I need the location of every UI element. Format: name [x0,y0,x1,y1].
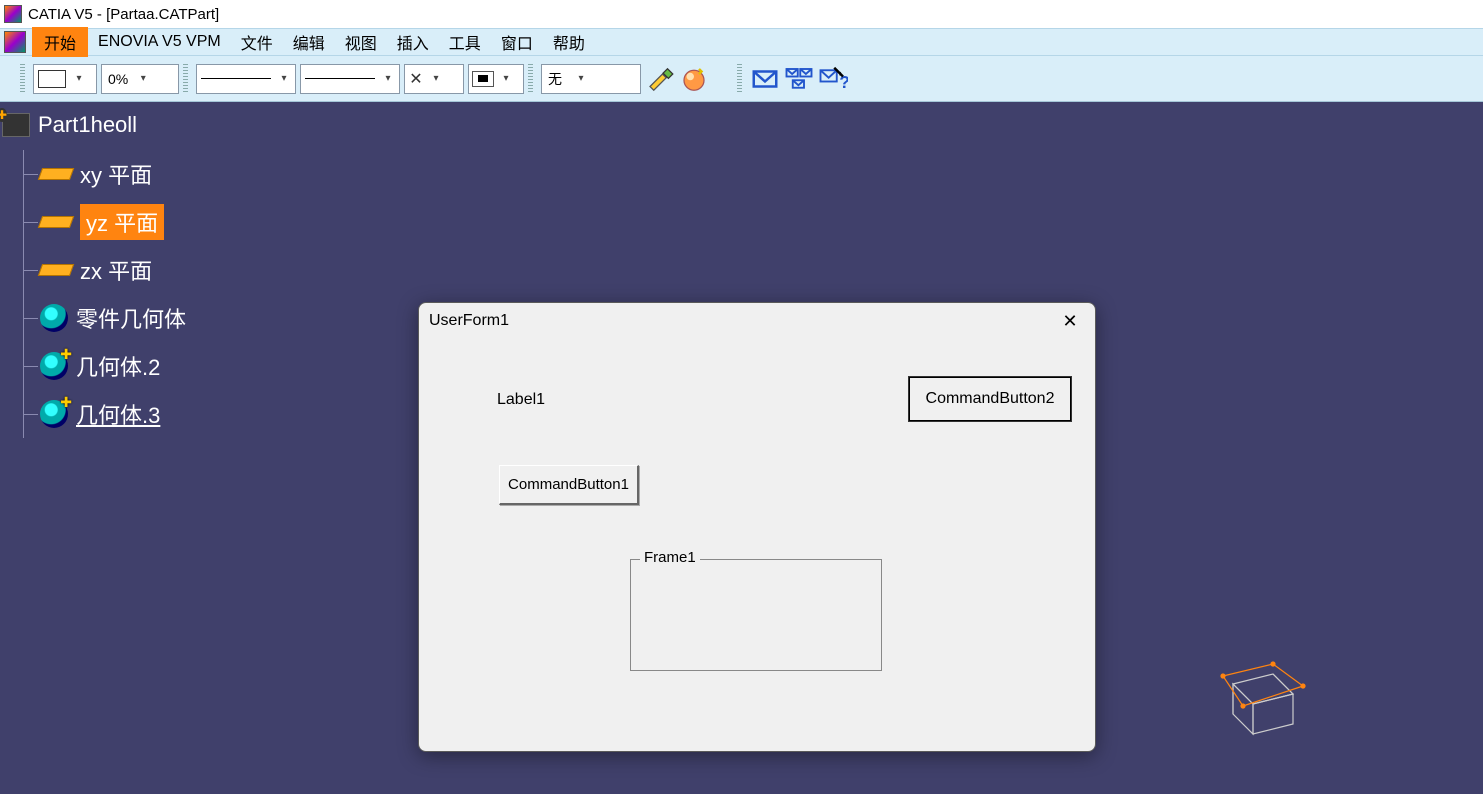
opacity-combo[interactable]: 0% ▾ [101,64,179,94]
label1: Label1 [497,391,545,409]
line-sample-icon [305,78,375,79]
toolbar-grip[interactable] [737,64,742,94]
doc-icon [4,31,26,53]
x-mark-icon: ✕ [405,69,427,89]
plane-icon [38,216,74,228]
tree-item-body-2[interactable]: 几何体.2 [24,342,186,390]
color-combo[interactable]: ▾ [33,64,97,94]
menu-enovia[interactable]: ENOVIA V5 VPM [88,30,231,54]
tree-item-xy-plane[interactable]: xy 平面 [24,150,186,198]
tree-item-label: xy 平面 [80,158,152,190]
frame1-legend: Frame1 [640,549,700,566]
menu-bar: 开始 ENOVIA V5 VPM 文件 编辑 视图 插入 工具 窗口 帮助 [0,28,1483,56]
tree-item-yz-plane[interactable]: yz 平面 [24,198,186,246]
window-title-bar: CATIA V5 - [Partaa.CATPart] [0,0,1483,28]
plane-icon [38,264,74,276]
envelope-help-icon[interactable]: ? [818,64,848,94]
toolbar-grip[interactable] [183,64,188,94]
chevron-down-icon: ▾ [379,73,397,84]
plane-icon [38,168,74,180]
toolbar-grip[interactable] [528,64,533,94]
frame1-container: Frame1 [630,559,882,671]
point-style-combo[interactable]: ✕ ▾ [404,64,464,94]
tree-root[interactable]: Part1heoll [5,112,186,138]
userform-dialog: UserForm1 ✕ Label1 CommandButton2 Comman… [418,302,1096,752]
multi-envelope-icon[interactable] [784,64,814,94]
window-title: CATIA V5 - [Partaa.CATPart] [28,6,219,23]
compass-icon[interactable] [1203,644,1323,744]
body-plus-icon [40,400,68,428]
line-sample-icon [201,78,271,79]
part-root-icon [2,113,30,137]
menu-start[interactable]: 开始 [32,27,88,57]
opacity-value: 0% [102,71,134,87]
tree-item-label: 几何体.3 [76,398,160,430]
tree-item-label: zx 平面 [80,254,152,286]
material-sphere-icon[interactable] [679,64,709,94]
chevron-down-icon: ▾ [275,73,293,84]
frame1[interactable] [630,559,882,671]
spec-tree: Part1heoll xy 平面 yz 平面 zx 平面 [5,112,186,438]
body-icon [40,304,68,332]
lineweight-combo[interactable]: ▾ [196,64,296,94]
color-swatch-icon [38,70,66,88]
chevron-down-icon: ▾ [134,73,152,84]
close-icon[interactable]: ✕ [1055,307,1085,335]
menu-view[interactable]: 视图 [335,27,387,57]
3d-viewport[interactable]: Part1heoll xy 平面 yz 平面 zx 平面 [0,102,1483,794]
dialog-title-text: UserForm1 [429,312,509,330]
layer-value: 无 [542,69,572,89]
command-button-1[interactable]: CommandButton1 [499,465,639,505]
tree-item-body-3[interactable]: 几何体.3 [24,390,186,438]
layer-combo[interactable]: 无 ▾ [541,64,641,94]
menu-help[interactable]: 帮助 [543,27,595,57]
tree-item-partbody[interactable]: 零件几何体 [24,294,186,342]
render-style-combo[interactable]: ▾ [468,64,524,94]
render-chip-icon [472,71,494,87]
command-button-2[interactable]: CommandButton2 [909,377,1071,421]
tree-root-label: Part1heoll [38,112,137,138]
tree-item-zx-plane[interactable]: zx 平面 [24,246,186,294]
tree-item-label: 几何体.2 [76,350,160,382]
toolbar-grip[interactable] [20,64,25,94]
tree-item-label: 零件几何体 [76,302,186,334]
app-icon [4,5,22,23]
chevron-down-icon: ▾ [497,73,515,84]
linetype-combo[interactable]: ▾ [300,64,400,94]
tree-item-label: yz 平面 [80,204,164,240]
menu-tools[interactable]: 工具 [439,27,491,57]
menu-insert[interactable]: 插入 [387,27,439,57]
dialog-body: Label1 CommandButton2 CommandButton1 Fra… [419,339,1095,751]
toolbar: ▾ 0% ▾ ▾ ▾ ✕ ▾ ▾ 无 ▾ ? [0,56,1483,102]
paint-brush-icon[interactable] [645,64,675,94]
body-plus-icon [40,352,68,380]
envelope-icon[interactable] [750,64,780,94]
menu-window[interactable]: 窗口 [491,27,543,57]
menu-file[interactable]: 文件 [231,27,283,57]
chevron-down-icon: ▾ [427,73,445,84]
dialog-titlebar[interactable]: UserForm1 ✕ [419,303,1095,339]
chevron-down-icon: ▾ [70,73,88,84]
menu-edit[interactable]: 编辑 [283,27,335,57]
chevron-down-icon: ▾ [572,73,590,84]
